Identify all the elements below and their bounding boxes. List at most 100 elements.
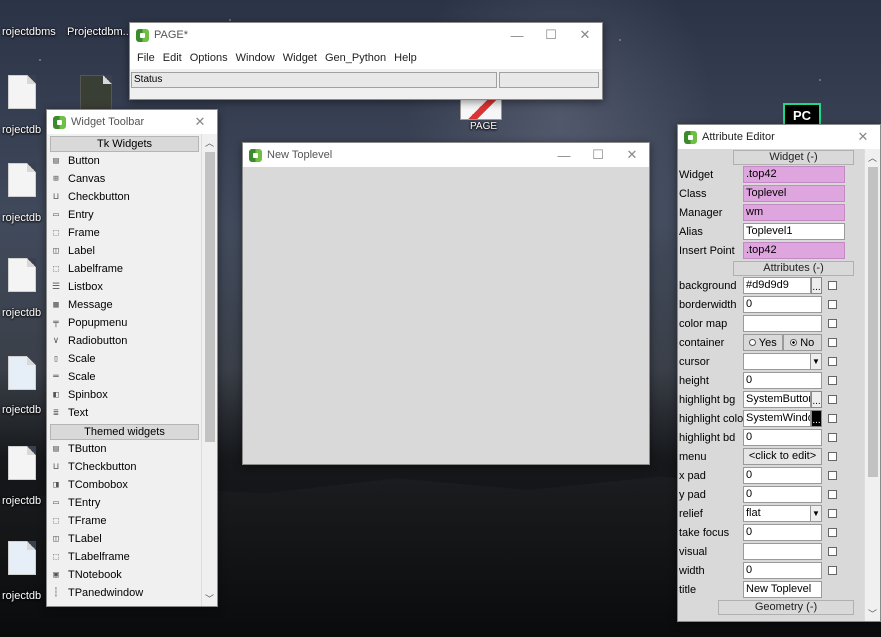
maximize-icon[interactable]: ☐	[581, 143, 615, 167]
attr-checkbox[interactable]	[828, 281, 837, 290]
section-attributes[interactable]: Attributes (-)	[733, 261, 854, 276]
widget-item-tentry[interactable]: ▭ TEntry	[47, 494, 202, 512]
file-icon[interactable]	[8, 75, 36, 109]
widget-item-tframe[interactable]: ⬚ TFrame	[47, 512, 202, 530]
scrollbar-thumb[interactable]	[868, 167, 878, 477]
python-app-icon[interactable]	[80, 75, 112, 111]
desktop-icon-label[interactable]: rojectdb	[2, 590, 41, 602]
widget-item-popupmenu[interactable]: ╤ Popupmenu	[47, 314, 202, 332]
widget-item-spinbox[interactable]: ◧ Spinbox	[47, 386, 202, 404]
maximize-icon[interactable]: ☐	[534, 23, 568, 47]
desktop-icon-label[interactable]: rojectdbms	[2, 26, 56, 38]
menu-edit-button[interactable]: <click to edit>	[743, 448, 822, 465]
alias-input[interactable]: Toplevel1	[743, 223, 845, 240]
width-input[interactable]: 0	[743, 562, 822, 579]
desktop-icon-label[interactable]: rojectdb	[2, 124, 41, 136]
highlight-bd-input[interactable]: 0	[743, 429, 822, 446]
widget-item-entry[interactable]: ▭ Entry	[47, 206, 202, 224]
widget-item-button[interactable]: ▤ Button	[47, 152, 202, 170]
attr-checkbox[interactable]	[828, 509, 837, 518]
container-yes-radio[interactable]: Yes	[743, 334, 783, 351]
widget-item-checkbutton[interactable]: ⊔ Checkbutton	[47, 188, 202, 206]
close-icon[interactable]: ✕	[846, 125, 880, 149]
toolbar-titlebar[interactable]: Widget Toolbar ✕	[47, 110, 217, 134]
relief-combobox[interactable]: flat ▼	[743, 505, 822, 522]
attr-checkbox[interactable]	[828, 490, 837, 499]
title-input[interactable]: New Toplevel	[743, 581, 822, 598]
borderwidth-input[interactable]: 0	[743, 296, 822, 313]
file-icon[interactable]	[8, 163, 36, 197]
menu-edit[interactable]: Edit	[159, 52, 186, 64]
height-input[interactable]: 0	[743, 372, 822, 389]
widget-item-radiobutton[interactable]: ∨ Radiobutton	[47, 332, 202, 350]
desktop-icon-label[interactable]: Projectdbm...	[67, 26, 132, 38]
attr-checkbox[interactable]	[828, 433, 837, 442]
widget-item-tbutton[interactable]: ▤ TButton	[47, 440, 202, 458]
menu-options[interactable]: Options	[186, 52, 232, 64]
attr-scrollbar[interactable]: ︿ ﹀	[864, 149, 880, 621]
attr-checkbox[interactable]	[828, 414, 837, 423]
chevron-down-icon[interactable]: ﹀	[865, 605, 880, 621]
attr-checkbox[interactable]	[828, 528, 837, 537]
section-geometry[interactable]: Geometry (-)	[718, 600, 854, 615]
python-file-icon[interactable]	[8, 356, 36, 390]
colormap-input[interactable]	[743, 315, 822, 332]
container-no-radio[interactable]: No	[782, 334, 822, 351]
color-picker-button[interactable]: ...	[811, 391, 822, 408]
widget-item-listbox[interactable]: ☰ Listbox	[47, 278, 202, 296]
menu-window[interactable]: Window	[232, 52, 279, 64]
desktop-icon-label[interactable]: rojectdb	[2, 495, 41, 507]
attr-checkbox[interactable]	[828, 547, 837, 556]
widget-item-scale-vertical[interactable]: ▯ Scale	[47, 350, 202, 368]
menu-widget[interactable]: Widget	[279, 52, 321, 64]
ypad-input[interactable]: 0	[743, 486, 822, 503]
widget-item-frame[interactable]: ⬚ Frame	[47, 224, 202, 242]
color-picker-button[interactable]: ...	[811, 410, 822, 427]
close-icon[interactable]: ✕	[568, 23, 602, 47]
desktop-icon-label[interactable]: PAGE	[470, 121, 497, 132]
attr-checkbox[interactable]	[828, 376, 837, 385]
highlight-color-input[interactable]: SystemWindov	[743, 410, 811, 427]
attr-checkbox[interactable]	[828, 471, 837, 480]
file-icon[interactable]	[8, 446, 36, 480]
chevron-up-icon[interactable]: ︿	[865, 149, 880, 165]
scrollbar-thumb[interactable]	[205, 152, 215, 442]
background-input[interactable]: #d9d9d9	[743, 277, 811, 294]
menu-file[interactable]: File	[133, 52, 159, 64]
section-widget[interactable]: Widget (-)	[733, 150, 854, 165]
python-file-icon[interactable]	[8, 541, 36, 575]
close-icon[interactable]: ✕	[183, 110, 217, 134]
attr-checkbox[interactable]	[828, 357, 837, 366]
widget-item-canvas[interactable]: ⊞ Canvas	[47, 170, 202, 188]
attr-checkbox[interactable]	[828, 300, 837, 309]
attr-checkbox[interactable]	[828, 319, 837, 328]
dropdown-arrow-icon[interactable]: ▼	[810, 506, 821, 521]
widget-item-message[interactable]: ▦ Message	[47, 296, 202, 314]
attr-checkbox[interactable]	[828, 338, 837, 347]
page-titlebar[interactable]: PAGE* — ☐ ✕	[130, 23, 602, 47]
dropdown-arrow-icon[interactable]: ▼	[810, 354, 821, 369]
menu-gen-python[interactable]: Gen_Python	[321, 52, 390, 64]
desktop-icon-label[interactable]: rojectdb	[2, 307, 41, 319]
toolbar-scrollbar[interactable]: ︿ ﹀	[201, 134, 217, 606]
widget-item-tcheckbutton[interactable]: ⊔ TCheckbutton	[47, 458, 202, 476]
attr-checkbox[interactable]	[828, 566, 837, 575]
takefocus-input[interactable]: 0	[743, 524, 822, 541]
new-toplevel-window[interactable]: New Toplevel — ☐ ✕	[242, 142, 650, 465]
minimize-icon[interactable]: —	[547, 143, 581, 167]
color-picker-button[interactable]: ...	[811, 277, 822, 294]
desktop-icon-label[interactable]: rojectdb	[2, 404, 41, 416]
widget-item-tpanedwindow[interactable]: ┆ TPanedwindow	[47, 584, 202, 602]
visual-input[interactable]	[743, 543, 822, 560]
xpad-input[interactable]: 0	[743, 467, 822, 484]
page-app-icon[interactable]	[460, 98, 502, 120]
widget-item-tnotebook[interactable]: ▣ TNotebook	[47, 566, 202, 584]
desktop-icon-label[interactable]: rojectdb	[2, 212, 41, 224]
widget-item-label[interactable]: ◫ Label	[47, 242, 202, 260]
widget-item-tlabel[interactable]: ◫ TLabel	[47, 530, 202, 548]
chevron-up-icon[interactable]: ︿	[202, 134, 217, 150]
file-icon[interactable]	[8, 258, 36, 292]
menu-help[interactable]: Help	[390, 52, 421, 64]
widget-item-scale-horizontal[interactable]: ═ Scale	[47, 368, 202, 386]
widget-item-tcombobox[interactable]: ◨ TCombobox	[47, 476, 202, 494]
